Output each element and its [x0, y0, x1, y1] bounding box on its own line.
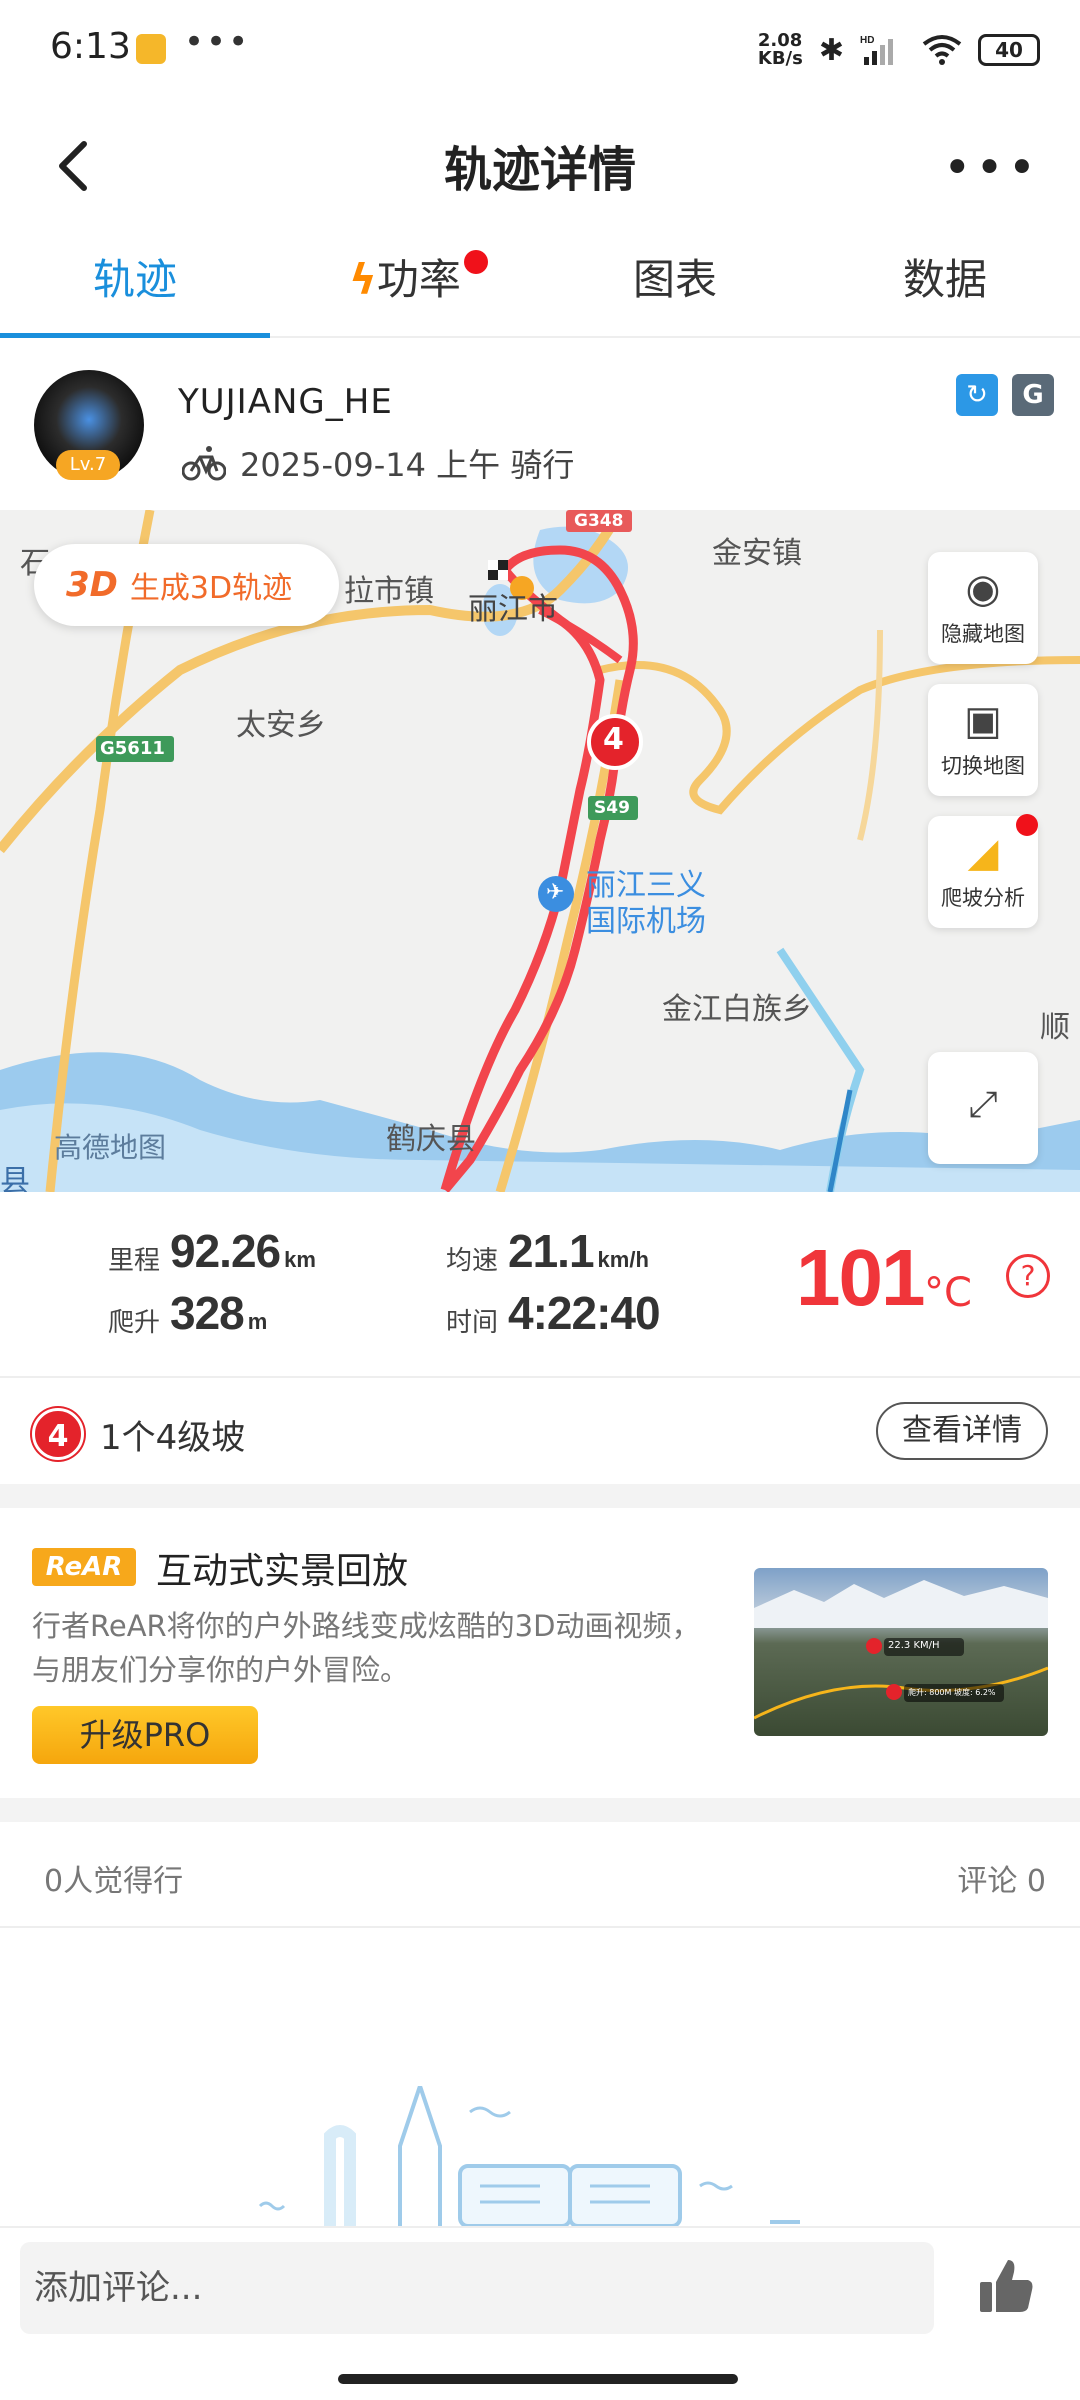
rear-logo: ReAR: [32, 1548, 136, 1586]
lightning-icon: ϟ: [349, 255, 377, 304]
eye-icon: ◉: [965, 566, 1001, 612]
route-map[interactable]: 石 拉市镇 丽江市 金安镇 太安乡 丽江三义 国际机场 金江白族乡 鹤庆县 顺 …: [0, 510, 1080, 1192]
airport-icon: ✈: [546, 880, 565, 905]
layers-icon: ▣: [964, 698, 1002, 744]
rear-title: 互动式实景回放: [156, 1551, 409, 1592]
tab-data[interactable]: 数据: [810, 230, 1080, 336]
fullscreen-button[interactable]: ⤢: [928, 1052, 1038, 1164]
road-shield-s49: S49: [594, 798, 630, 818]
more-notifications-icon: •••: [184, 22, 251, 62]
slope-icon: ◢: [967, 830, 999, 876]
time-value: 4:22:40: [508, 1287, 661, 1339]
climb-summary-text: 1个4级坡: [100, 1418, 246, 1458]
map-label: 鹤庆县: [386, 1122, 476, 1157]
strava-sync-icon[interactable]: ↻: [956, 374, 998, 416]
hide-map-button[interactable]: ◉ 隐藏地图: [928, 552, 1038, 664]
map-label: 县: [0, 1164, 30, 1192]
comment-bar: [0, 2226, 1080, 2400]
ascent-label: 爬升: [108, 1308, 161, 1338]
empty-comments-illustration: [258, 2086, 800, 2226]
time-label: 时间: [446, 1308, 499, 1338]
comment-input[interactable]: [20, 2242, 934, 2334]
username[interactable]: YUJIANG_HE: [178, 382, 393, 422]
network-speed: 2.08 KB/s: [757, 30, 803, 69]
tab-bar: 轨迹 ϟ功率 图表 数据: [0, 230, 1080, 338]
rear-preview-image[interactable]: 22.3 KM/H 爬升: 800M 坡度: 6.2%: [754, 1568, 1048, 1736]
rear-description: 行者ReAR将你的户外路线变成炫酷的3D动画视频，与朋友们分享你的户外冒险。: [32, 1609, 701, 1687]
likes-count[interactable]: 0人觉得行: [44, 1856, 183, 1900]
tab-track[interactable]: 轨迹: [0, 230, 270, 338]
map-logo: 高德地图: [54, 1131, 167, 1164]
home-indicator: [338, 2374, 738, 2384]
climb-category-badge: 4: [32, 1408, 84, 1460]
notification-dot: [1016, 814, 1038, 836]
tab-power[interactable]: ϟ功率: [270, 230, 540, 336]
avg-speed-label: 均速: [446, 1246, 499, 1276]
level-badge: Lv.7: [56, 450, 120, 480]
distance-value: 92.26 km: [170, 1225, 316, 1277]
comments-count[interactable]: 评论 0: [957, 1856, 1046, 1900]
temperature-value: 101: [796, 1233, 925, 1322]
rear-promo[interactable]: ReAR 互动式实景回放 行者ReAR将你的户外路线变成炫酷的3D动画视频，与朋…: [0, 1508, 1080, 1796]
bicycle-icon: [182, 446, 226, 481]
map-label: 丽江市: [468, 592, 558, 627]
svg-text:HD: HD: [860, 35, 874, 46]
map-label: 国际机场: [586, 904, 706, 939]
climb-marker[interactable]: 4: [603, 722, 624, 757]
temperature-unit: °C: [924, 1270, 972, 1316]
help-icon[interactable]: ?: [1006, 1254, 1050, 1298]
garmin-sync-icon[interactable]: G: [1012, 374, 1054, 416]
upgrade-pro-button[interactable]: 升级PRO: [32, 1706, 258, 1764]
signal-icon: HD: [860, 35, 893, 65]
climb-summary-row: 4 1个4级坡 查看详情: [0, 1380, 1080, 1484]
switch-map-button[interactable]: ▣ 切换地图: [928, 684, 1038, 796]
distance-label: 里程: [108, 1246, 161, 1276]
activity-meta: 2025-09-14 上午 骑行: [182, 440, 574, 486]
wifi-icon: [922, 35, 962, 65]
ride-stats: 里程 92.26 km 爬升 328 m 均速 21.1 km/h 时间 4:22:4…: [0, 1192, 1080, 1378]
expand-icon: ⤢: [968, 1084, 998, 1125]
bluetooth-icon: ✱: [818, 32, 844, 68]
status-bar: 6:13 ••• 2.08 KB/s ✱ HD 40: [0, 0, 1080, 100]
preview-speed-text: 22.3 KM/H: [888, 1640, 940, 1651]
map-label: 金安镇: [712, 536, 802, 571]
map-label: 顺: [1040, 1010, 1070, 1045]
road-shield-g348: G348: [574, 511, 624, 531]
section-divider: [0, 1484, 1080, 1508]
view-details-button[interactable]: 查看详情: [876, 1402, 1048, 1460]
section-divider: [0, 1798, 1080, 1822]
map-label: 拉市镇: [344, 574, 434, 609]
battery-indicator: 40: [978, 34, 1040, 66]
tab-chart[interactable]: 图表: [540, 230, 810, 336]
generate-3d-track-button[interactable]: 3D 生成3D轨迹: [34, 544, 339, 626]
notification-dot: [464, 250, 488, 274]
map-label: 太安乡: [236, 708, 326, 743]
social-summary: 0人觉得行 评论 0: [0, 1822, 1080, 1928]
more-options-icon[interactable]: •••: [943, 140, 1040, 196]
top-header: 轨迹详情 •••: [0, 100, 1080, 230]
preview-climb-text: 爬升: 800M 坡度: 6.2%: [908, 1688, 996, 1697]
page-title: 轨迹详情: [443, 142, 636, 198]
ascent-value: 328 m: [170, 1287, 268, 1339]
map-label: 金江白族乡: [662, 992, 812, 1027]
road-shield-g5611: G5611: [100, 738, 165, 759]
notification-app-icon: [136, 34, 166, 64]
avg-speed-value: 21.1 km/h: [508, 1225, 649, 1277]
thumbs-up-icon[interactable]: [976, 2256, 1036, 2316]
status-time: 6:13: [50, 26, 131, 67]
